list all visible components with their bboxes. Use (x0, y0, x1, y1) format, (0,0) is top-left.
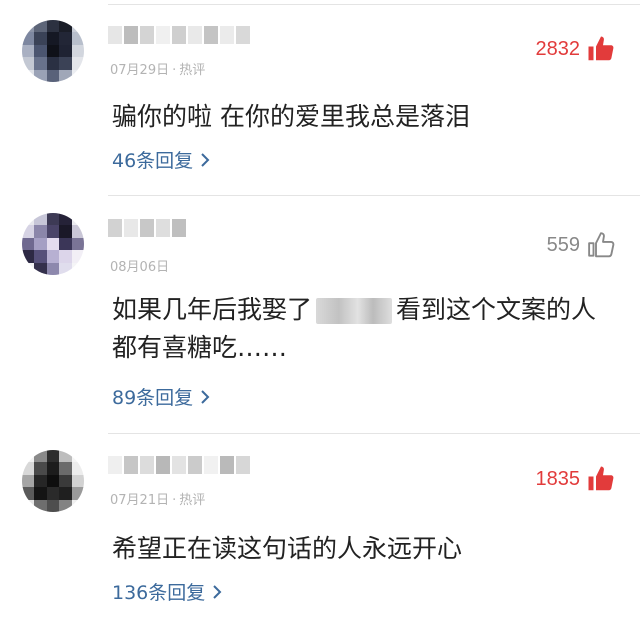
avatar[interactable] (22, 213, 84, 275)
comment-meta: 08月06日 (110, 256, 169, 275)
username-redacted[interactable] (108, 26, 258, 48)
like-count: 559 (546, 233, 580, 256)
like-count: 1835 (535, 467, 581, 490)
comment-item: 08月06日 559 如果几年后我娶了 看到这个文案的人都有喜糖吃…… 89条回复 (0, 213, 640, 433)
replies-link[interactable]: 89条回复 (112, 383, 211, 410)
top-divider (108, 4, 640, 5)
comment-item: 07月21日 · 热评 1835 希望正在读这句话的人永远开心 136条回复 (0, 450, 640, 615)
chevron-right-icon (201, 152, 210, 167)
replies-count: 136条回复 (112, 582, 206, 604)
thumbs-up-filled-icon (588, 466, 614, 491)
avatar[interactable] (22, 20, 84, 82)
comment-item: 07月29日 · 热评 2832 骗你的啦 在你的爱里我总是落泪 46条回复 (0, 20, 640, 195)
comment-feed: 07月29日 · 热评 2832 骗你的啦 在你的爱里我总是落泪 46条回复 0… (0, 0, 640, 617)
replies-link[interactable]: 136条回复 (112, 578, 223, 605)
comment-meta: 07月21日 · 热评 (110, 489, 205, 508)
chevron-right-icon (213, 584, 222, 599)
thumbs-up-filled-icon (588, 36, 614, 61)
comment-text: 骗你的啦 在你的爱里我总是落泪 (112, 102, 470, 131)
avatar[interactable] (22, 450, 84, 512)
comment-text: 如果几年后我娶了 看到这个文案的人都有喜糖吃…… (112, 291, 612, 367)
meta-separator: · (172, 63, 177, 78)
replies-count: 46条回复 (112, 150, 194, 172)
comment-meta: 07月29日 · 热评 (110, 59, 205, 78)
comment-date: 07月21日 (110, 493, 170, 508)
comment-date: 08月06日 (110, 260, 170, 275)
comment-text-start: 如果几年后我娶了 (112, 295, 313, 324)
username-redacted[interactable] (108, 456, 258, 478)
comment-date: 07月29日 (110, 63, 170, 78)
hot-comment-tag: 热评 (179, 63, 206, 78)
hot-comment-tag: 热评 (179, 493, 206, 508)
thumbs-up-outline-icon (588, 232, 615, 258)
comment-text: 希望正在读这句话的人永远开心 (112, 534, 463, 563)
like-button[interactable]: 2832 (536, 34, 617, 64)
like-button[interactable]: 559 (547, 230, 616, 260)
comment-divider (108, 195, 640, 196)
replies-count: 89条回复 (112, 387, 194, 409)
chevron-right-icon (201, 389, 210, 404)
meta-separator: · (172, 493, 177, 508)
replies-link[interactable]: 46条回复 (112, 146, 211, 173)
like-count: 2832 (535, 37, 581, 60)
redacted-name (316, 298, 393, 324)
like-button[interactable]: 1835 (536, 464, 617, 494)
comment-divider (108, 433, 640, 434)
username-redacted[interactable] (108, 219, 188, 241)
